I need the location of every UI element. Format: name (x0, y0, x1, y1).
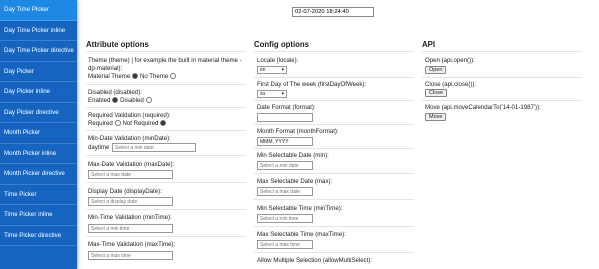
required-label: Required Validation (required): (88, 112, 171, 119)
divider (86, 51, 246, 52)
divider (422, 51, 582, 52)
divider (422, 77, 582, 78)
config-options-heading: Config options (254, 40, 309, 49)
max-selectable-date-input[interactable] (257, 187, 313, 196)
display-date-label: Display Date (displayDate): (88, 188, 162, 195)
divider (86, 155, 246, 156)
move-button[interactable]: Move (425, 113, 447, 121)
divider (254, 252, 414, 253)
sidebar-nav: Day Time Picker Day Time Picker inline D… (0, 0, 77, 269)
api-heading: API (422, 40, 435, 49)
radio-enabled[interactable] (112, 97, 119, 104)
sidebar-item-month-picker[interactable]: Month Picker (0, 123, 77, 144)
min-time-label: Min-Time Validation (minTime): (88, 214, 172, 221)
locale-select[interactable]: en ▾ (257, 66, 287, 74)
month-format-input[interactable] (257, 137, 313, 146)
attribute-options-heading: Attribute options (86, 40, 149, 49)
max-date-label: Max-Date Validation (maxDate): (88, 161, 175, 168)
open-button[interactable]: Open (425, 66, 447, 74)
sidebar-item-day-time-picker-inline[interactable]: Day Time Picker inline (0, 21, 77, 41)
locale-select-value: en (260, 67, 266, 73)
sidebar-item-time-picker-directive[interactable]: Time Picker directive (0, 226, 77, 246)
display-date-input[interactable] (88, 197, 173, 206)
sidebar-item-day-picker[interactable]: Day Picker (0, 62, 77, 82)
sidebar-item-time-picker-inline[interactable]: Time Picker inline (0, 205, 77, 226)
sidebar-item-day-picker-directive[interactable]: Day Picker directive (0, 103, 77, 123)
sidebar-item-day-picker-inline[interactable]: Day Picker inline (0, 82, 77, 103)
min-time-input[interactable] (88, 224, 173, 233)
divider (254, 51, 414, 52)
required-option-required[interactable]: Required (88, 120, 113, 127)
max-date-input[interactable] (88, 170, 173, 179)
divider (422, 100, 582, 101)
sidebar-item-day-time-picker-directive[interactable]: Day Time Picker directive (0, 41, 77, 62)
radio-required[interactable] (114, 120, 121, 127)
theme-label-cont: dp-material): (88, 65, 123, 72)
close-button[interactable]: Close (425, 89, 448, 97)
first-day-of-week-select[interactable]: su ▾ (257, 90, 287, 98)
theme-option-none[interactable]: No Theme (140, 73, 168, 80)
chevron-down-icon: ▾ (281, 67, 284, 73)
date-format-input[interactable] (257, 113, 313, 122)
max-selectable-time-input[interactable] (257, 240, 313, 249)
max-time-label: Max-Time Validation (maxTime): (88, 241, 176, 248)
theme-label: Theme (theme) | for example the built in… (88, 57, 242, 64)
first-day-of-week-label: First Day of The week (firstDayOfWeek): (257, 81, 367, 88)
required-option-not-required[interactable]: Not Required (122, 120, 158, 127)
disabled-option-enabled[interactable]: Enabled (88, 97, 110, 104)
min-date-prefix: daytime (88, 144, 110, 151)
close-api-label: Close (api.close()): (425, 81, 477, 88)
sidebar-item-day-time-picker[interactable]: Day Time Picker (0, 0, 77, 21)
sidebar-item-month-picker-inline[interactable]: Month Picker inline (0, 144, 77, 164)
datetime-picker-input[interactable] (292, 7, 374, 17)
allow-multi-select-label: Allow Multiple Selection (allowMultiSele… (257, 257, 373, 264)
divider (86, 84, 246, 85)
min-selectable-time-label: Min Selectable Time (minTime): (257, 205, 343, 212)
min-date-label: Min-Date Validation (minDate): (88, 135, 171, 142)
sidebar-item-time-picker[interactable]: Time Picker (0, 185, 77, 205)
divider (254, 100, 414, 101)
divider (86, 236, 246, 237)
theme-option-material[interactable]: Material Theme (88, 73, 130, 80)
locale-label: Locale (locale): (257, 57, 299, 64)
divider (254, 226, 414, 227)
max-selectable-date-label: Max Selectable Date (max): (257, 178, 333, 185)
min-selectable-date-input[interactable] (257, 161, 313, 170)
date-format-label: Date Format (format): (257, 104, 316, 111)
month-format-label: Month Format (monthFormat): (257, 128, 339, 135)
min-selectable-time-input[interactable] (257, 214, 313, 223)
divider (254, 124, 414, 125)
radio-not-required[interactable] (160, 120, 167, 127)
divider (86, 107, 246, 108)
divider (86, 130, 246, 131)
divider (254, 173, 414, 174)
min-selectable-date-label: Min Selectable Date (min): (257, 152, 329, 159)
theme-options: Material Theme No Theme (88, 73, 177, 81)
divider (254, 77, 414, 78)
radio-material-theme[interactable] (132, 73, 139, 80)
first-day-of-week-value: su (260, 91, 266, 97)
disabled-options: Enabled Disabled (88, 97, 152, 105)
sidebar-item-month-picker-directive[interactable]: Month Picker directive (0, 164, 77, 185)
divider (86, 182, 246, 183)
divider (254, 199, 414, 200)
max-selectable-time-label: Max Selectable Time (maxTime): (257, 231, 346, 238)
radio-disabled[interactable] (145, 97, 152, 104)
open-api-label: Open (api.open()): (425, 57, 475, 64)
divider (254, 148, 414, 149)
disabled-option-disabled[interactable]: Disabled (120, 97, 144, 104)
chevron-down-icon: ▾ (281, 91, 284, 97)
max-time-input[interactable] (88, 251, 173, 260)
divider (86, 209, 246, 210)
min-date-input[interactable] (112, 143, 196, 152)
radio-no-theme[interactable] (170, 73, 177, 80)
move-api-label: Move (api.moveCalendarTo('14-01-1987')): (425, 104, 541, 111)
required-options: Required Not Required (88, 120, 167, 128)
disabled-label: Disabled (disabled): (88, 89, 142, 96)
